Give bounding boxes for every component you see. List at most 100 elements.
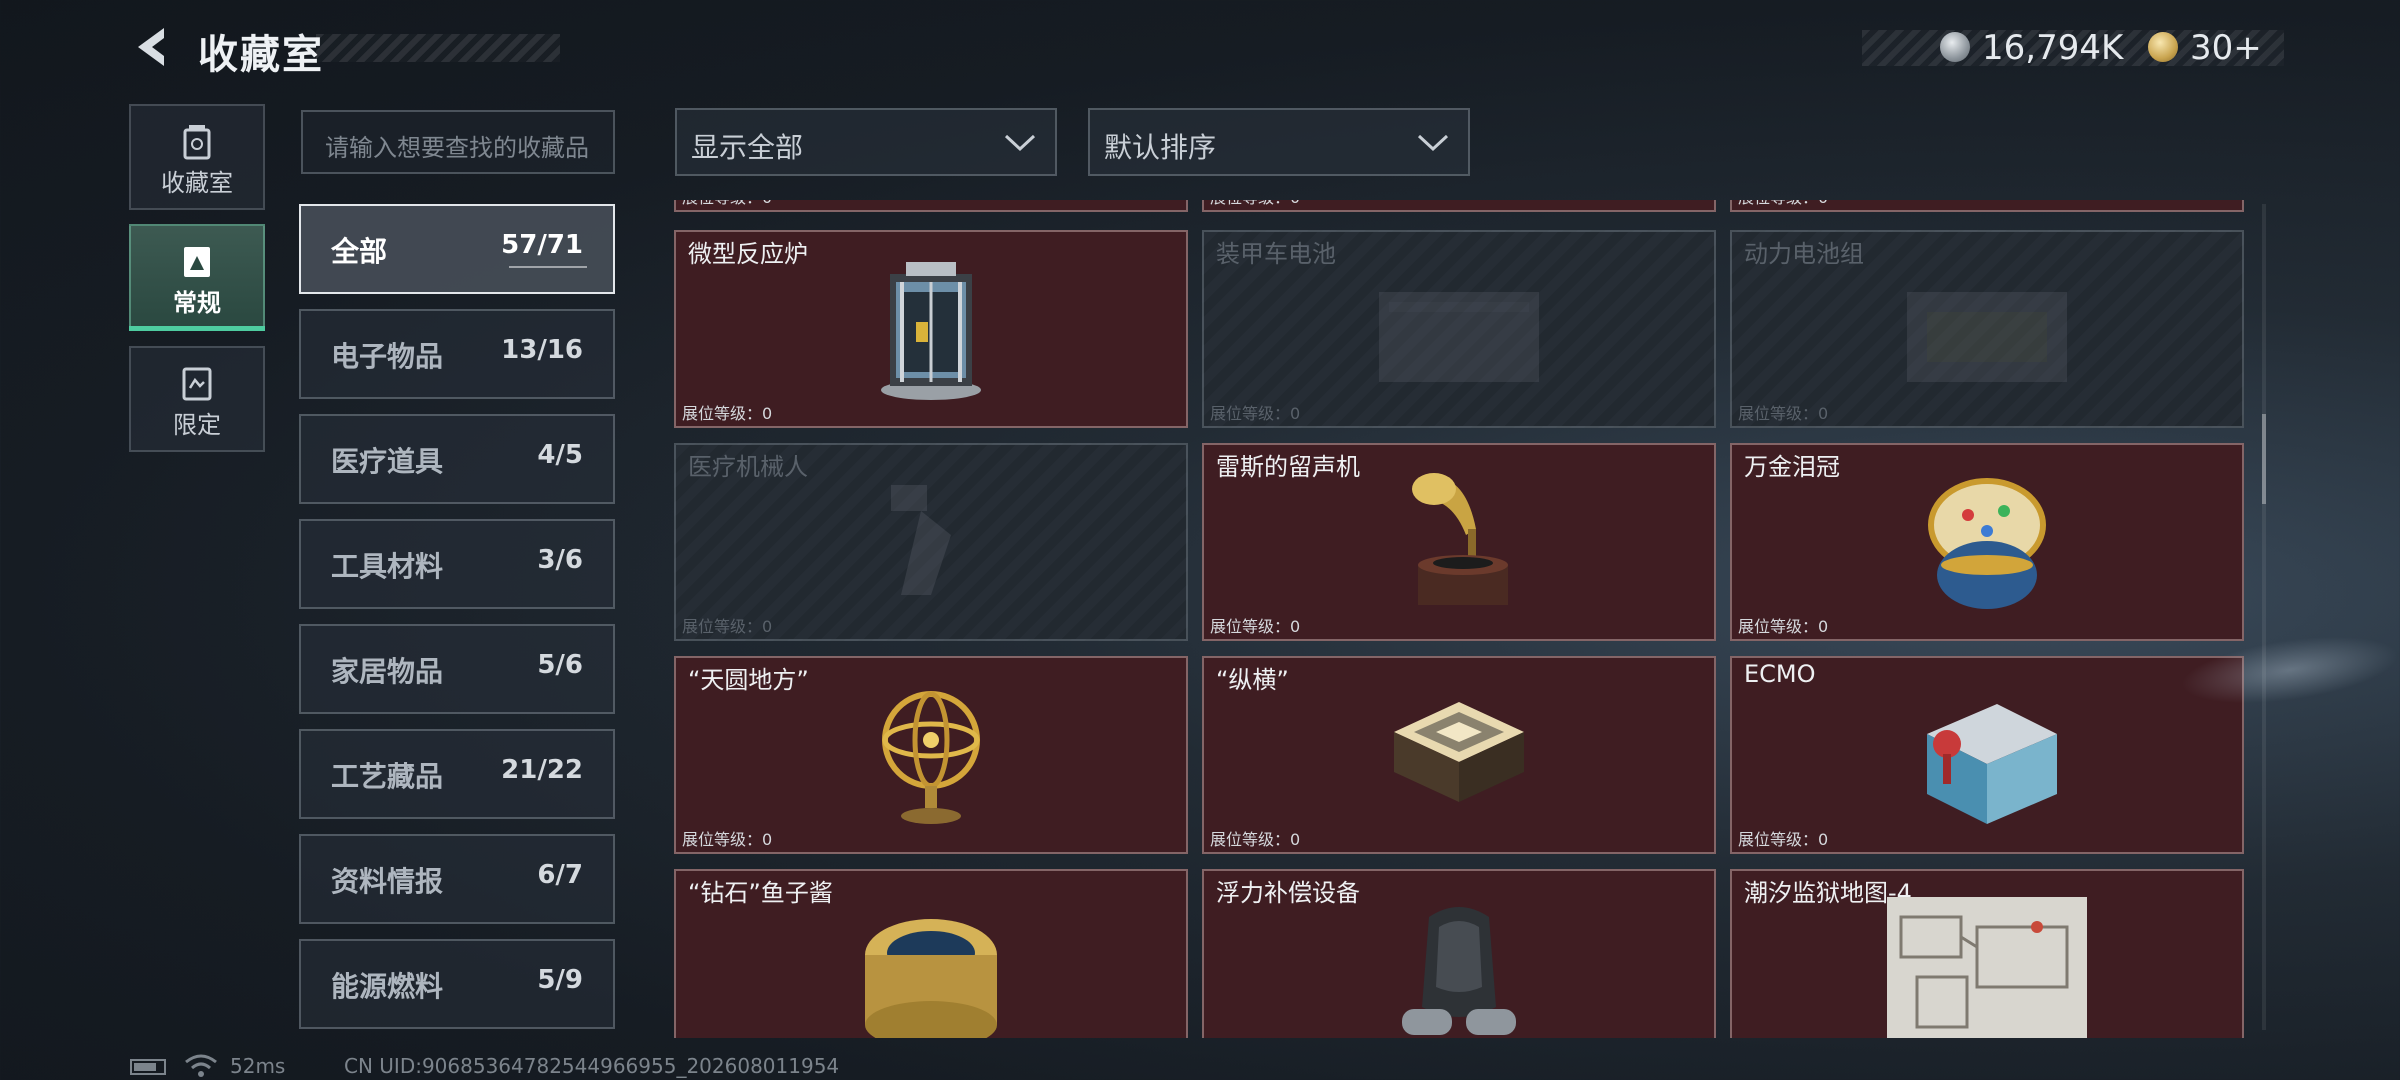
category-count: 4/5 bbox=[537, 440, 583, 470]
item-card-armored-battery[interactable]: 装甲车电池 展位等级：0 bbox=[1202, 230, 1716, 428]
item-name: 浮力补偿设备 bbox=[1216, 879, 1360, 907]
item-name: 万金泪冠 bbox=[1744, 453, 1840, 481]
search-input[interactable]: 请输入想要查找的收藏品 bbox=[301, 110, 615, 174]
category-crafts[interactable]: 工艺藏品 21/22 bbox=[299, 729, 615, 819]
category-tools[interactable]: 工具材料 3/6 bbox=[299, 519, 615, 609]
item-card-caviar[interactable]: “钻石”鱼子酱 bbox=[674, 869, 1188, 1038]
chevron-down-icon bbox=[1417, 134, 1449, 152]
category-name: 全部 bbox=[331, 235, 388, 268]
ecmo-machine-icon bbox=[1927, 704, 2057, 824]
item-card[interactable]: 展位等级：0 bbox=[1730, 200, 2244, 212]
filter-dropdown-value: 显示全部 bbox=[691, 131, 804, 164]
filter-dropdown[interactable]: 显示全部 bbox=[675, 108, 1057, 176]
item-name: 装甲车电池 bbox=[1216, 240, 1336, 268]
sort-dropdown[interactable]: 默认排序 bbox=[1088, 108, 1470, 176]
item-card-prison-map[interactable]: 潮汐监狱地图-4 bbox=[1730, 869, 2244, 1038]
page-title: 收藏室 bbox=[198, 32, 324, 78]
battery-pack-icon bbox=[1907, 292, 2067, 382]
category-name: 医疗道具 bbox=[331, 445, 444, 478]
collection-box-icon bbox=[183, 125, 211, 160]
category-name: 能源燃料 bbox=[331, 970, 444, 1003]
collection-grid[interactable]: 展位等级：0 展位等级：0 展位等级：0 微型反应炉 展位等级：0 装甲车电池 … bbox=[670, 200, 2258, 1038]
category-all[interactable]: 全部 57/71 bbox=[299, 204, 615, 294]
battery-icon bbox=[130, 1059, 166, 1075]
item-level: 展位等级：0 bbox=[1738, 830, 1829, 849]
item-name: 微型反应炉 bbox=[688, 240, 808, 268]
nav-active-indicator bbox=[129, 326, 265, 331]
category-count: 57/71 bbox=[501, 230, 583, 260]
wifi-icon bbox=[185, 1054, 217, 1077]
item-name: ECMO bbox=[1744, 660, 1816, 688]
item-level: 展位等级：0 bbox=[1210, 404, 1301, 423]
item-card-jeweled-crown[interactable]: 万金泪冠 展位等级：0 bbox=[1730, 443, 2244, 641]
chessboard-icon bbox=[1394, 702, 1524, 802]
user-uid: CN UID:90685364782544966955_202608011954 bbox=[344, 1054, 840, 1078]
item-card-medical-robot[interactable]: 医疗机械人 展位等级：0 bbox=[674, 443, 1188, 641]
category-household[interactable]: 家居物品 5/6 bbox=[299, 624, 615, 714]
category-count: 21/22 bbox=[501, 755, 583, 785]
category-name: 工艺藏品 bbox=[331, 760, 444, 793]
item-card[interactable]: 展位等级：0 bbox=[674, 200, 1188, 212]
chevron-down-icon bbox=[1004, 134, 1036, 152]
cash-amount: 16,794K bbox=[1982, 28, 2124, 68]
item-level: 展位等级：0 bbox=[1738, 200, 1828, 208]
ticket-amount[interactable]: 30+ bbox=[2190, 28, 2262, 68]
item-card-power-battery-pack[interactable]: 动力电池组 展位等级：0 bbox=[1730, 230, 2244, 428]
sort-dropdown-value: 默认排序 bbox=[1104, 131, 1217, 164]
item-level: 展位等级：0 bbox=[682, 830, 773, 849]
item-level: 展位等级：0 bbox=[1738, 404, 1829, 423]
coin-icon bbox=[1940, 32, 1970, 62]
item-card-gramophone[interactable]: 雷斯的留声机 展位等级：0 bbox=[1202, 443, 1716, 641]
robot-icon bbox=[891, 485, 951, 595]
armillary-sphere-icon bbox=[882, 691, 980, 824]
scrollbar-track[interactable] bbox=[2262, 204, 2266, 1030]
category-name: 电子物品 bbox=[331, 340, 444, 373]
item-card[interactable]: 展位等级：0 bbox=[1202, 200, 1716, 212]
item-name: “钻石”鱼子酱 bbox=[688, 879, 833, 907]
category-medical[interactable]: 医疗道具 4/5 bbox=[299, 414, 615, 504]
nav-collection-room[interactable]: 收藏室 bbox=[129, 104, 265, 210]
title-decoration bbox=[316, 34, 560, 62]
caviar-tin-icon bbox=[865, 919, 997, 1038]
reactor-icon bbox=[881, 262, 981, 400]
item-card-ecmo[interactable]: ECMO 展位等级：0 bbox=[1730, 656, 2244, 854]
category-count: 3/6 bbox=[537, 545, 583, 575]
category-name: 资料情报 bbox=[331, 865, 444, 898]
category-energy[interactable]: 能源燃料 5/9 bbox=[299, 939, 615, 1029]
item-card-chessboard[interactable]: “纵横” 展位等级：0 bbox=[1202, 656, 1716, 854]
category-name: 家居物品 bbox=[331, 655, 444, 688]
gramophone-icon bbox=[1412, 473, 1508, 605]
category-name: 工具材料 bbox=[331, 550, 444, 583]
item-level: 展位等级：0 bbox=[682, 404, 773, 423]
item-level: 展位等级：0 bbox=[1210, 200, 1300, 208]
nav-limited[interactable]: 限定 bbox=[129, 346, 265, 452]
category-count: 6/7 bbox=[537, 860, 583, 890]
back-arrow-icon[interactable] bbox=[128, 22, 178, 72]
category-electronics[interactable]: 电子物品 13/16 bbox=[299, 309, 615, 399]
ping-value: 52ms bbox=[230, 1054, 286, 1078]
item-name: “天圆地方” bbox=[688, 666, 809, 694]
item-name: 雷斯的留声机 bbox=[1216, 453, 1360, 481]
item-card-armillary[interactable]: “天圆地方” 展位等级：0 bbox=[674, 656, 1188, 854]
ticket-icon bbox=[2148, 32, 2178, 62]
nav-regular-label: 常规 bbox=[173, 289, 221, 317]
item-level: 展位等级：0 bbox=[1738, 617, 1829, 636]
category-count-underline bbox=[509, 266, 587, 268]
item-level: 展位等级：0 bbox=[1210, 617, 1301, 636]
item-level: 展位等级：0 bbox=[682, 617, 773, 636]
item-card-buoyancy-device[interactable]: 浮力补偿设备 bbox=[1202, 869, 1716, 1038]
item-level: 展位等级：0 bbox=[682, 200, 772, 208]
jeweled-egg-icon bbox=[1928, 478, 2046, 609]
item-name: 医疗机械人 bbox=[688, 453, 808, 481]
prison-map-icon bbox=[1887, 897, 2087, 1038]
item-card-micro-reactor[interactable]: 微型反应炉 展位等级：0 bbox=[674, 230, 1188, 428]
category-count: 13/16 bbox=[501, 335, 583, 365]
battery-icon bbox=[1379, 292, 1539, 382]
category-intel[interactable]: 资料情报 6/7 bbox=[299, 834, 615, 924]
nav-limited-label: 限定 bbox=[173, 411, 221, 439]
scrollbar-thumb[interactable] bbox=[2262, 414, 2266, 504]
item-name: 动力电池组 bbox=[1744, 240, 1864, 268]
dive-gear-icon bbox=[1402, 907, 1516, 1035]
nav-regular[interactable]: 常规 bbox=[129, 224, 265, 330]
item-name: “纵横” bbox=[1216, 666, 1289, 694]
